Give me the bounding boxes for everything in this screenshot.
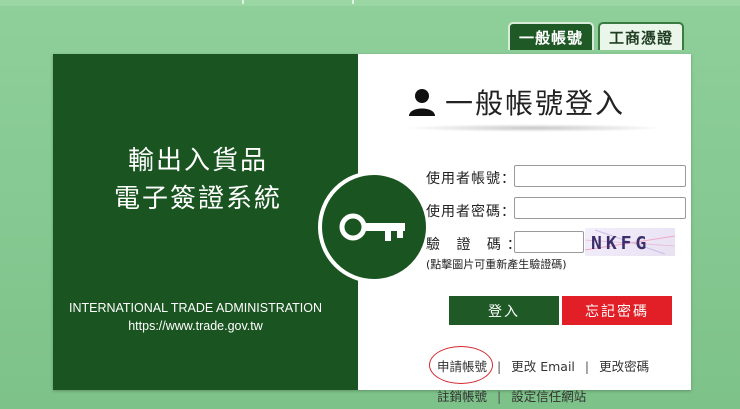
system-title-line1: 輸出入貨品 (127, 146, 268, 176)
top-strip-mark (242, 0, 244, 4)
login-heading-text: 一般帳號登入 (445, 87, 626, 120)
system-brand-panel: 輸出入貨品 電子簽證系統 INTERNATIONAL TRADE ADMINIS… (53, 54, 358, 390)
link-separator: | (497, 389, 502, 404)
login-heading: 一般帳號登入 (407, 82, 625, 122)
change-password-link[interactable]: 更改密碼 (599, 359, 649, 374)
captcha-input[interactable] (514, 231, 584, 253)
username-input[interactable] (514, 165, 686, 187)
account-links-row1: 申請帳號 | 更改 Email | 更改密碼 (429, 346, 649, 384)
change-email-link[interactable]: 更改 Email (511, 359, 575, 374)
key-icon (318, 171, 430, 283)
system-title-line2: 電子簽證系統 (113, 184, 282, 214)
user-icon (409, 89, 435, 116)
apply-account-link[interactable]: 申請帳號 (437, 359, 487, 374)
captcha-hint: (點擊圖片可重新產生驗證碼) (426, 258, 567, 271)
account-links-row2: 註銷帳號 | 設定信任網站 (437, 386, 586, 405)
trusted-sites-link[interactable]: 設定信任網站 (511, 389, 586, 404)
org-url: https://www.trade.gov.tw (128, 319, 263, 333)
link-separator: | (497, 359, 502, 374)
captcha-image[interactable]: NKFG (584, 228, 676, 256)
forgot-password-button[interactable]: 忘記密碼 (562, 296, 672, 325)
top-strip-mark (352, 0, 354, 4)
tab-business-certificate[interactable]: 工商憑證 (598, 22, 684, 50)
captcha-text: NKFG (591, 233, 650, 254)
password-label: 使用者密碼： (426, 204, 516, 220)
tab-general-account[interactable]: 一般帳號 (508, 22, 594, 50)
apply-account-wrap: 申請帳號 (429, 346, 493, 384)
login-button[interactable]: 登入 (449, 296, 559, 325)
login-type-tabs: 一般帳號 工商憑證 (508, 22, 684, 50)
captcha-label: 驗 證 碼： (426, 237, 527, 253)
login-card: 輸出入貨品 電子簽證系統 INTERNATIONAL TRADE ADMINIS… (53, 54, 691, 404)
link-separator: | (584, 359, 590, 374)
password-input[interactable] (514, 197, 686, 219)
org-name: INTERNATIONAL TRADE ADMINISTRATION (68, 301, 323, 315)
username-label: 使用者帳號： (426, 171, 516, 187)
cancel-account-link[interactable]: 註銷帳號 (437, 389, 487, 404)
top-strip (0, 0, 740, 6)
captcha-graphic: NKFG (584, 229, 676, 255)
heading-shadow (403, 124, 665, 132)
